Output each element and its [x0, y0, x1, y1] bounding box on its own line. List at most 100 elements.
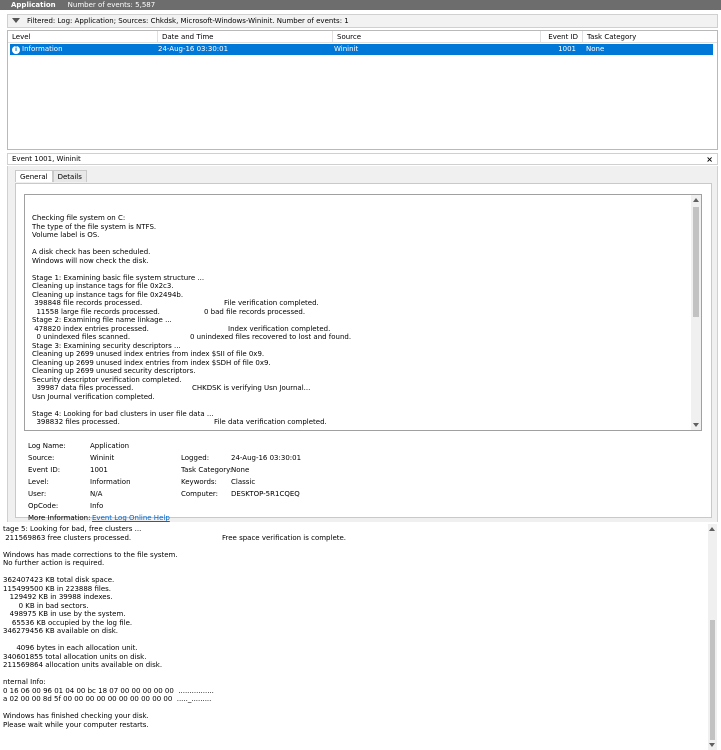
scroll-down-icon[interactable]: [709, 743, 715, 747]
computer-value: DESKTOP-5R1CQEQ: [231, 490, 300, 498]
event-detail-title: Event 1001, Wininit: [12, 155, 81, 163]
user-value: N/A: [90, 490, 103, 498]
scroll-down-icon[interactable]: [693, 423, 699, 427]
line-text: Please wait while your computer restarts…: [3, 720, 149, 729]
text-line: Checking file system on C:: [32, 214, 687, 223]
line-status-text: Free space verification is complete.: [222, 533, 347, 542]
text-line: 346279456 KB available on disk.: [3, 627, 703, 636]
text-line: a 02 00 00 8d 5f 00 00 00 00 00 00 00 00…: [3, 695, 703, 704]
task-category-value: None: [231, 466, 250, 474]
text-line: Cleaning up instance tags for file 0x2c3…: [32, 282, 687, 291]
text-line: Stage 1: Examining basic file system str…: [32, 274, 687, 283]
line-text: 346279456 KB available on disk.: [3, 627, 119, 635]
text-line: Stage 2: Examining file name linkage ...: [32, 316, 687, 325]
line-text: 0 unindexed files scanned.: [32, 333, 131, 341]
text-line: 498975 KB in use by the system.: [3, 610, 703, 619]
text-line: 4096 bytes in each allocation unit.: [3, 644, 703, 653]
line-text: 478820 index entries processed.: [32, 324, 149, 333]
line-text: A disk check has been scheduled.: [32, 248, 151, 256]
line-status-text: 0 bad file records processed.: [204, 307, 306, 316]
text-line: Windows has finished checking your disk.: [3, 712, 703, 721]
text-line: 129492 KB in 39988 indexes.: [3, 593, 703, 602]
description-text: Checking file system on C: The type of th…: [32, 214, 687, 427]
row-date-time: 24-Aug-16 03:30:01: [158, 45, 229, 53]
scroll-thumb[interactable]: [693, 207, 699, 317]
line-text: 115499500 KB in 223888 files.: [3, 584, 112, 593]
line-text: Stage 1: Examining basic file system str…: [32, 273, 205, 282]
text-line: 0 KB in bad sectors.: [3, 602, 703, 611]
level-value: Information: [90, 478, 131, 486]
row-source: Wininit: [334, 45, 359, 53]
column-level[interactable]: Level: [8, 31, 158, 42]
text-line: Security descriptor verification complet…: [32, 376, 687, 385]
overflow-description-text: tage 5: Looking for bad, free clusters .…: [0, 524, 721, 750]
text-line: [3, 636, 703, 645]
info-icon: i: [12, 45, 20, 54]
text-line: [32, 240, 687, 249]
logged-value: 24-Aug-16 03:30:01: [231, 454, 302, 462]
text-line: Cleaning up 2699 unused index entries fr…: [32, 350, 687, 359]
tab-general[interactable]: General: [15, 170, 53, 182]
text-line: Volume label is OS.: [32, 231, 687, 240]
opcode-label: OpCode:: [28, 502, 59, 510]
scroll-thumb[interactable]: [710, 620, 715, 740]
keywords-label: Keywords:: [181, 478, 217, 486]
event-id-label: Event ID:: [28, 466, 61, 474]
tab-details[interactable]: Details: [52, 170, 87, 182]
close-icon[interactable]: ×: [706, 155, 713, 164]
general-tab-page: Checking file system on C: The type of th…: [15, 183, 712, 522]
text-line: 39987 data files processed. CHKDSK is ver…: [32, 384, 687, 393]
event-log-help-link[interactable]: Event Log Online Help: [92, 514, 170, 522]
description-scrollbar[interactable]: [691, 195, 701, 430]
detail-tabs: General Details: [15, 170, 87, 182]
overflow-scrollbar[interactable]: [708, 524, 717, 750]
event-detail-panel: General Details Checking file system on …: [7, 166, 718, 522]
text-line: [3, 670, 703, 679]
row-level: Information: [22, 45, 63, 53]
line-status-text: File verification completed.: [224, 299, 319, 307]
text-line: [3, 542, 703, 551]
event-description-box[interactable]: Checking file system on C: The type of th…: [24, 194, 702, 431]
text-line: tage 5: Looking for bad, free clusters .…: [3, 525, 703, 534]
text-line: 11558 large file records processed. 0 bad…: [32, 308, 687, 317]
text-line: 398832 files processed. File data verific…: [32, 418, 687, 427]
filter-icon: [12, 17, 20, 25]
text-line: Cleaning up 2699 unused security descrip…: [32, 367, 687, 376]
scroll-up-icon[interactable]: [709, 527, 715, 531]
line-text: The type of the file system is NTFS.: [32, 222, 157, 231]
text-line: Stage 4: Looking for bad clusters in use…: [32, 410, 687, 419]
text-line: Windows will now check the disk.: [32, 257, 687, 266]
column-source[interactable]: Source: [333, 31, 541, 42]
line-text: Stage 3: Examining security descriptors …: [32, 341, 181, 350]
text-line: 478820 index entries processed. Index ver…: [32, 325, 687, 334]
keywords-value: Classic: [231, 478, 256, 486]
line-text: nternal Info:: [3, 678, 46, 686]
line-text: 398832 files processed.: [32, 418, 120, 426]
line-text: 340601855 total allocation units on disk…: [3, 652, 147, 661]
line-text: Windows will now check the disk.: [32, 256, 149, 265]
column-date-time[interactable]: Date and Time: [158, 31, 333, 42]
line-status-text: Index verification completed.: [228, 324, 331, 333]
line-text: tage 5: Looking for bad, free clusters .…: [3, 525, 142, 533]
text-line: 211569863 free clusters processed. Free s…: [3, 534, 703, 543]
log-name-value: Application: [90, 442, 130, 450]
text-line: 211569864 allocation units available on …: [3, 661, 703, 670]
level-label: Level:: [28, 478, 49, 486]
text-line: Please wait while your computer restarts…: [3, 721, 703, 730]
line-text: Usn Journal verification completed.: [32, 392, 155, 401]
line-text: 39987 data files processed.: [32, 384, 134, 392]
line-text: 0 16 06 00 96 01 04 00 bc 18 07 00 00 00…: [3, 686, 214, 695]
column-event-id[interactable]: Event ID: [541, 31, 583, 42]
column-task-category[interactable]: Task Category: [583, 31, 717, 42]
table-row[interactable]: i Information 24-Aug-16 03:30:01 Wininit…: [10, 44, 713, 55]
text-line: [32, 401, 687, 410]
text-line: 340601855 total allocation units on disk…: [3, 653, 703, 662]
line-text: 211569863 free clusters processed.: [3, 533, 132, 542]
computer-label: Computer:: [181, 490, 219, 498]
row-task-category: None: [586, 45, 605, 53]
filter-text: Filtered: Log: Application; Sources: Chk…: [27, 17, 349, 25]
text-line: nternal Info:: [3, 678, 703, 687]
overflow-lines: tage 5: Looking for bad, free clusters .…: [3, 525, 703, 729]
scroll-up-icon[interactable]: [693, 198, 699, 202]
line-text: 129492 KB in 39988 indexes.: [3, 593, 113, 601]
